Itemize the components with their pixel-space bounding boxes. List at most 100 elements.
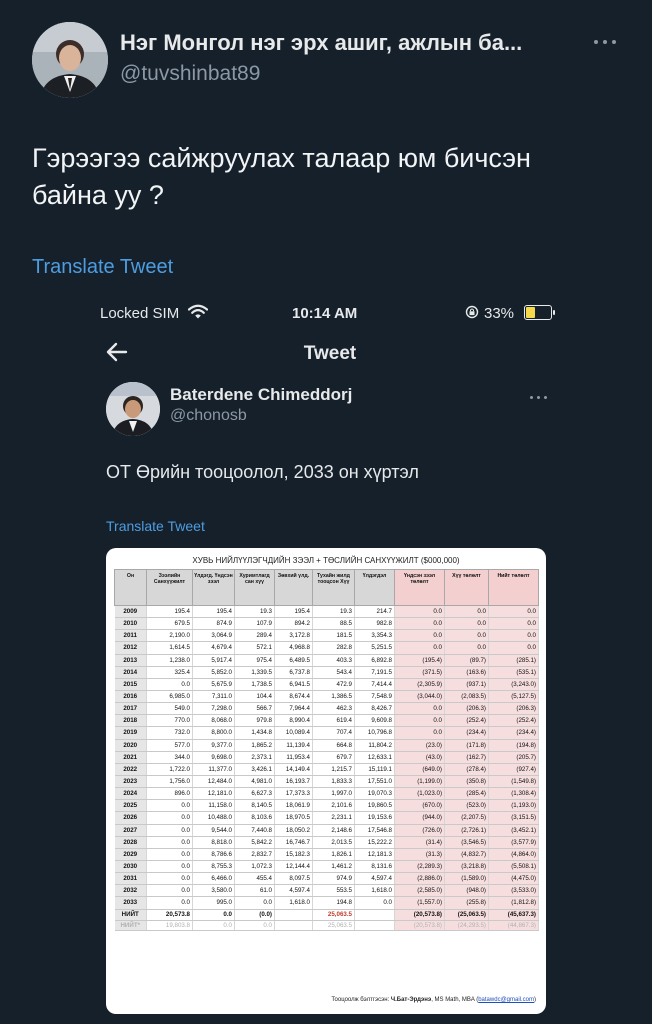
table-cell: (927.4) (488, 763, 539, 776)
table-row-year: 2030 (114, 860, 147, 874)
inner-translate-link[interactable]: Translate Tweet (106, 518, 205, 534)
debt-table-image[interactable]: ХУВЬ НИЙЛҮҮЛЭГЧДИЙН ЗЭЭЛ + ТӨСЛИЙН САНХҮ… (106, 548, 546, 1014)
embedded-screenshot[interactable]: Locked SIM 10:14 AM 33% Tweet Baterdene … (80, 290, 580, 1024)
table-cell: 16,193.7 (274, 775, 313, 789)
table-cell: 2,373.1 (234, 751, 275, 764)
table-cell: 0.0 (488, 605, 539, 619)
table-cell: 181.5 (312, 629, 355, 643)
table-row-year: 2028 (114, 836, 147, 849)
table-row: 2014 325.4 5,852.0 1,339.5 6,737.8 543.4 7,191… (114, 666, 539, 679)
table-cell: (285.4) (444, 787, 489, 801)
table-cell: 0.0 (234, 920, 275, 931)
table-cell: 15,222.2 (354, 836, 395, 849)
table-cell: (252.4) (488, 714, 539, 728)
table-cell: (3,577.9) (488, 836, 539, 849)
table-row-year: 2026 (114, 811, 147, 825)
table-row: 2023 1,756.0 12,484.0 4,981.0 16,193.7 1,833.… (114, 775, 539, 789)
table-cell: 9,698.0 (192, 751, 235, 764)
table-row-year: 2013 (114, 654, 147, 667)
table-cell: (535.1) (488, 666, 539, 679)
table-cell: 8,755.3 (192, 860, 235, 874)
table-cell: 0.0 (394, 629, 445, 643)
footer-author: Ч.Бат-Эрдэнэ (390, 997, 432, 1003)
footer-degree: , MS Math, MBA (431, 997, 475, 1003)
inner-author-avatar[interactable] (106, 382, 160, 436)
table-cell: (3,452.1) (488, 824, 539, 837)
table-cell: 7,964.4 (274, 702, 313, 716)
table-row: 2012 1,614.5 4,679.4 572.1 4,968.8 282.8 5,251… (114, 641, 539, 655)
translate-tweet-link[interactable]: Translate Tweet (32, 256, 173, 279)
table-cell: 0.0 (394, 726, 445, 740)
table-row-year: 2009 (114, 605, 147, 619)
table-cell: (3,044.0) (394, 690, 445, 704)
table-cell: 7,298.0 (192, 702, 235, 716)
inner-author-name[interactable]: Baterdene Chimeddorj (170, 385, 352, 405)
inner-author-handle[interactable]: @chonosb (170, 407, 247, 425)
table-row-year: 2010 (114, 617, 147, 631)
table-cell: 1,072.3 (234, 860, 275, 874)
table-cell: (285.1) (488, 654, 539, 667)
table-cell: (4,832.7) (444, 848, 489, 861)
author-handle[interactable]: @tuvshinbat89 (120, 62, 260, 86)
table-cell: 6,737.8 (274, 666, 313, 679)
table-cell: 7,414.4 (354, 678, 395, 691)
table-title: ХУВЬ НИЙЛҮҮЛЭГЧДИЙН ЗЭЭЛ + ТӨСЛИЙН САНХҮ… (192, 556, 460, 565)
table-cell: (649.0) (394, 763, 445, 776)
table-cell: 995.0 (192, 896, 235, 910)
author-name[interactable]: Нэг Монгол нэг эрх ашиг, ажлын ба... (120, 30, 580, 56)
table-row: 2021 344.0 9,698.0 2,373.1 11,953.4 679.7 12,6… (114, 751, 539, 764)
table-cell: 8,140.5 (234, 799, 275, 813)
table-cell: 0.0 (394, 641, 445, 655)
table-cell: 472.9 (312, 678, 355, 691)
table-cell: 7,440.8 (234, 824, 275, 837)
table-cell: (31.3) (394, 848, 445, 861)
table-cell: (24,293.5) (444, 920, 489, 931)
more-options-icon[interactable] (594, 34, 624, 50)
table-cell: 11,158.0 (192, 799, 235, 813)
table-row: 2011 2,190.0 3,064.9 289.4 3,172.8 181.5 3,354… (114, 629, 539, 643)
table-cell: (162.7) (444, 751, 489, 764)
table-cell: (234.4) (488, 726, 539, 740)
wifi-icon (188, 304, 208, 319)
tweet-header: Нэг Монгол нэг эрх ашиг, ажлын ба... @tu… (0, 0, 652, 120)
table-cell (274, 908, 313, 921)
author-avatar[interactable] (32, 22, 108, 98)
table-cell: 195.4 (146, 605, 193, 619)
table-cell: (523.0) (444, 799, 489, 813)
table-cell: 549.0 (146, 702, 193, 716)
table-cell: 0.0 (146, 860, 193, 874)
table-cell: 4,981.0 (234, 775, 275, 789)
debt-table: Он Зээлийн Санхүүжилт Үлдэгд. Үндсэн зээл Х… (114, 569, 539, 931)
table-cell: (1,557.0) (394, 896, 445, 910)
table-cell: 8,097.5 (274, 872, 313, 886)
table-cell: 0.0 (488, 617, 539, 631)
table-row: 2033 0.0 995.0 0.0 1,618.0 194.8 0.0 (1,557.0)(… (114, 896, 539, 910)
table-cell: 0.0 (444, 629, 489, 643)
table-cell: 104.4 (234, 690, 275, 704)
table-cell: (2,305.9) (394, 678, 445, 691)
table-cell: 8,990.4 (274, 714, 313, 728)
table-cell: 0.0 (192, 920, 235, 931)
table-row: 2025 0.0 11,158.0 8,140.5 18,061.9 2,101.6 19,… (114, 799, 539, 813)
table-cell: 2,832.7 (234, 848, 275, 861)
table-cell: 0.0 (488, 629, 539, 643)
table-cell: 6,892.8 (354, 654, 395, 667)
table-cell: 5,675.9 (192, 678, 235, 691)
table-row-year: 2016 (114, 690, 147, 704)
table-cell: (20,573.8) (394, 920, 445, 931)
table-cell: 3,172.8 (274, 629, 313, 643)
table-cell: 194.8 (312, 896, 355, 910)
table-cell: 15,119.1 (354, 763, 395, 776)
inner-more-options-icon[interactable] (530, 392, 554, 402)
table-row-year: 2024 (114, 787, 147, 801)
table-cell: 8,426.7 (354, 702, 395, 716)
table-cell: 0.0 (146, 799, 193, 813)
table-header-row: Он Зээлийн Санхүүжилт Үлдэгд. Үндсэн зээл Х… (114, 569, 539, 606)
table-cell: 2,013.5 (312, 836, 355, 849)
table-row-year: 2022 (114, 763, 147, 776)
table-cell: 8,800.0 (192, 726, 235, 740)
table-header-cell: Зөвхий үлд. (274, 569, 313, 606)
table-cell: 1,833.3 (312, 775, 355, 789)
table-cell: 553.5 (312, 884, 355, 898)
table-row: 2009 195.4 195.4 19.3 195.4 19.3 214.7 0.0 0.0 0.… (114, 605, 539, 619)
